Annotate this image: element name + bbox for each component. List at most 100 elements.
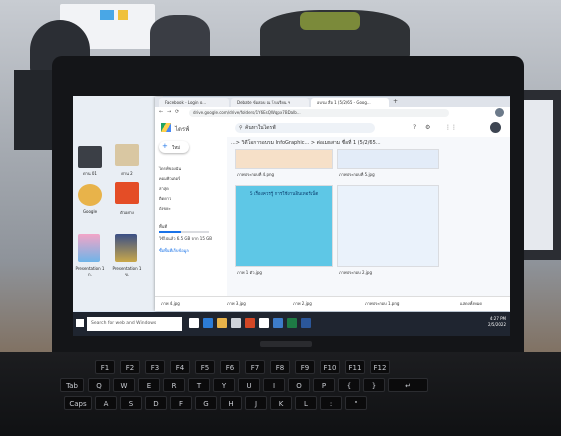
apps-grid-icon[interactable]: ⋮⋮ xyxy=(445,124,457,131)
key[interactable]: F3 xyxy=(145,360,165,374)
store-icon[interactable] xyxy=(231,318,241,328)
key[interactable]: I xyxy=(263,378,285,392)
file-thumbnail[interactable] xyxy=(115,234,137,262)
file-thumbnail[interactable] xyxy=(78,146,102,168)
key[interactable]: F8 xyxy=(270,360,290,374)
key[interactable]: F4 xyxy=(170,360,190,374)
chrome-icon[interactable] xyxy=(259,318,269,328)
profile-avatar[interactable] xyxy=(495,108,504,117)
reload-icon[interactable]: ⟳ xyxy=(175,109,179,115)
key[interactable]: A xyxy=(95,396,117,410)
html5-icon[interactable] xyxy=(115,182,139,204)
desktop-file-label: ด่าน 01 xyxy=(83,171,97,176)
file-name: ภาพ 1 ตัว.jpg xyxy=(237,270,262,275)
storage-usage-text: ใช้ไปแล้ว 6.5 GB จาก 15 GB xyxy=(159,236,213,241)
key[interactable]: Caps xyxy=(64,396,92,410)
key[interactable]: W xyxy=(113,378,135,392)
file-preview-infographic[interactable]: 5 เรื่องควรรู้ การใช้งานอินเทอร์เน็ต xyxy=(235,185,333,267)
task-view-icon[interactable] xyxy=(189,318,199,328)
file-preview[interactable] xyxy=(337,185,439,267)
file-thumbnail[interactable] xyxy=(78,234,100,262)
sidebar-item-trash[interactable]: ถังขยะ xyxy=(159,205,171,212)
key[interactable]: T xyxy=(188,378,210,392)
file-name: ภาพประกอบที่ 5.jpg xyxy=(339,172,375,177)
gear-icon[interactable]: ⚙ xyxy=(425,124,430,131)
download-item[interactable]: ภาพประกอบ 1.png xyxy=(365,300,399,307)
taskbar-clock[interactable]: 4:27 PM 2/5/2022 xyxy=(488,316,506,328)
sidebar-item-my-drive[interactable]: ไดรฟ์ของฉัน xyxy=(159,165,181,172)
key[interactable]: : xyxy=(320,396,342,410)
key[interactable]: Tab xyxy=(60,378,84,392)
key[interactable]: F6 xyxy=(220,360,240,374)
browser-tab[interactable]: Debate ข้อสอบ ณ โรงเรียน ฯ xyxy=(231,98,309,107)
word-icon[interactable] xyxy=(301,318,311,328)
taskbar-search-input[interactable]: Search for web and Windows xyxy=(87,317,182,331)
sidebar-item-starred[interactable]: ติดดาว xyxy=(159,195,171,202)
storage-bar-fill xyxy=(159,231,181,233)
key[interactable]: P xyxy=(313,378,335,392)
key[interactable]: F11 xyxy=(345,360,365,374)
key[interactable]: J xyxy=(245,396,267,410)
gear-icon[interactable] xyxy=(78,184,102,206)
chrome-window: Facebook - Login o... Debate ข้อสอบ ณ โร… xyxy=(155,97,510,311)
buy-storage-link[interactable]: ซื้อพื้นที่เก็บข้อมูล xyxy=(159,247,189,254)
download-item[interactable]: ภาพ 3.jpg xyxy=(227,300,246,307)
key[interactable]: } xyxy=(363,378,385,392)
download-item[interactable]: ภาพ 2.jpg xyxy=(293,300,312,307)
sidebar-item-recent[interactable]: ล่าสุด xyxy=(159,185,169,192)
key[interactable]: H xyxy=(220,396,242,410)
account-avatar[interactable] xyxy=(490,122,501,133)
key[interactable]: D xyxy=(145,396,167,410)
key[interactable]: { xyxy=(338,378,360,392)
person-shirt xyxy=(300,12,360,30)
folder-icon[interactable] xyxy=(217,318,227,328)
key[interactable]: ↵ xyxy=(388,378,428,392)
new-button[interactable]: + ใหม่ xyxy=(159,141,189,153)
sidebar-item-storage[interactable]: พื้นที่ xyxy=(159,223,167,230)
windows-start-icon[interactable] xyxy=(76,319,84,327)
key[interactable]: U xyxy=(238,378,260,392)
key[interactable]: F12 xyxy=(370,360,390,374)
key[interactable]: E xyxy=(138,378,160,392)
key[interactable]: L xyxy=(295,396,317,410)
back-icon[interactable]: ← xyxy=(159,109,163,115)
key[interactable]: O xyxy=(288,378,310,392)
key[interactable]: R xyxy=(163,378,185,392)
file-name: ภาพประกอบที่ 4.png xyxy=(237,172,275,177)
file-preview[interactable] xyxy=(235,149,333,169)
drive-search-input[interactable]: ค้นหาในไดรฟ์ xyxy=(235,123,375,133)
show-all-link[interactable]: แสดงทั้งหมด xyxy=(460,300,482,307)
drive-logo-icon xyxy=(161,123,171,132)
excel-icon[interactable] xyxy=(287,318,297,328)
sidebar-item-computers[interactable]: คอมพิวเตอร์ xyxy=(159,175,180,182)
app-icon[interactable] xyxy=(273,318,283,328)
drive-header: ไดรฟ์ ค้นหาในไดรฟ์ ⚲ ? ⚙ ⋮⋮ xyxy=(155,119,510,137)
key[interactable]: F1 xyxy=(95,360,115,374)
key[interactable]: F xyxy=(170,396,192,410)
browser-tab[interactable]: Facebook - Login o... xyxy=(159,98,229,107)
new-button-label: ใหม่ xyxy=(172,146,181,151)
key[interactable]: F5 xyxy=(195,360,215,374)
person-head xyxy=(150,15,210,60)
edge-icon[interactable] xyxy=(203,318,213,328)
key[interactable]: " xyxy=(345,396,367,410)
key[interactable]: F2 xyxy=(120,360,140,374)
key[interactable]: Y xyxy=(213,378,235,392)
key[interactable]: S xyxy=(120,396,142,410)
new-tab-icon[interactable]: + xyxy=(393,98,398,105)
browser-tab-active[interactable]: อบรม สื่อ 1 (5/2/65 - Goog... xyxy=(311,98,389,107)
breadcrumb[interactable]: ...> วิดีโอการอบรม InfoGraphic... > ต่อเ… xyxy=(231,139,381,147)
key[interactable]: F7 xyxy=(245,360,265,374)
download-item[interactable]: ภาพ 4.jpg xyxy=(161,300,180,307)
key[interactable]: K xyxy=(270,396,292,410)
key[interactable]: F9 xyxy=(295,360,315,374)
help-icon[interactable]: ? xyxy=(413,124,416,131)
key[interactable]: G xyxy=(195,396,217,410)
forward-icon[interactable]: → xyxy=(167,109,171,115)
key[interactable]: F10 xyxy=(320,360,340,374)
file-thumbnail[interactable] xyxy=(115,144,139,166)
url-input[interactable]: drive.google.com/drive/folders/1Y6EsQWqp… xyxy=(189,109,449,117)
file-preview[interactable] xyxy=(337,149,439,169)
key[interactable]: Q xyxy=(88,378,110,392)
powerpoint-icon[interactable] xyxy=(245,318,255,328)
